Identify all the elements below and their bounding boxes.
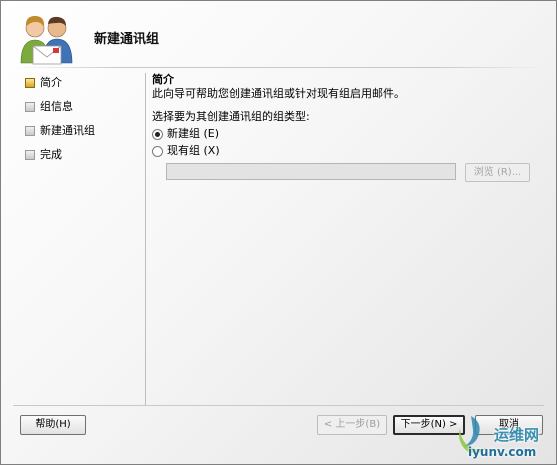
step-pending-icon	[25, 102, 35, 112]
watermark-name: 运维网	[494, 426, 540, 444]
watermark-url: iyunv.com	[468, 445, 537, 459]
nav-item-finish[interactable]: 完成	[25, 147, 137, 171]
nav-item-label: 完成	[40, 148, 62, 161]
radio-new-group[interactable]: 新建组 (E)	[152, 126, 547, 143]
radio-label[interactable]: 现有组 (X)	[167, 144, 220, 157]
nav-item-group-info[interactable]: 组信息	[25, 99, 137, 123]
nav-divider	[145, 73, 146, 406]
new-distribution-group-wizard: 新建通讯组 简介 组信息 新建通讯组 完成 简介 此向导可帮助您创建通讯组或针对…	[0, 0, 557, 465]
radio-unchecked-icon[interactable]	[152, 146, 163, 157]
header-divider	[13, 67, 544, 68]
wizard-steps: 简介 组信息 新建通讯组 完成	[25, 75, 137, 171]
existing-group-input[interactable]	[166, 163, 456, 180]
nav-item-new-group[interactable]: 新建通讯组	[25, 123, 137, 147]
intro-text: 此向导可帮助您创建通讯组或针对现有组启用邮件。	[152, 87, 405, 100]
radio-checked-icon[interactable]	[152, 129, 163, 140]
radio-label[interactable]: 新建组 (E)	[167, 127, 219, 140]
nav-item-intro[interactable]: 简介	[25, 75, 137, 99]
nav-item-label: 简介	[40, 76, 62, 89]
footer-divider	[13, 405, 544, 406]
browse-button[interactable]: 浏览 (R)...	[465, 163, 530, 182]
users-icon	[20, 16, 73, 65]
step-pending-icon	[25, 150, 35, 160]
content-panel: 简介 此向导可帮助您创建通讯组或针对现有组启用邮件。 选择要为其创建通讯组的组类…	[152, 72, 547, 187]
nav-item-label: 新建通讯组	[40, 124, 95, 137]
step-pending-icon	[25, 126, 35, 136]
back-button[interactable]: < 上一步(B)	[317, 415, 387, 435]
group-type-prompt: 选择要为其创建通讯组的组类型:	[152, 110, 310, 123]
help-button[interactable]: 帮助(H)	[20, 415, 86, 435]
nav-item-label: 组信息	[40, 100, 73, 113]
section-title: 简介	[152, 73, 174, 86]
existing-group-row: 浏览 (R)...	[152, 163, 547, 187]
wizard-title: 新建通讯组	[94, 32, 160, 47]
step-active-icon	[25, 78, 35, 88]
radio-existing-group[interactable]: 现有组 (X)	[152, 143, 547, 160]
